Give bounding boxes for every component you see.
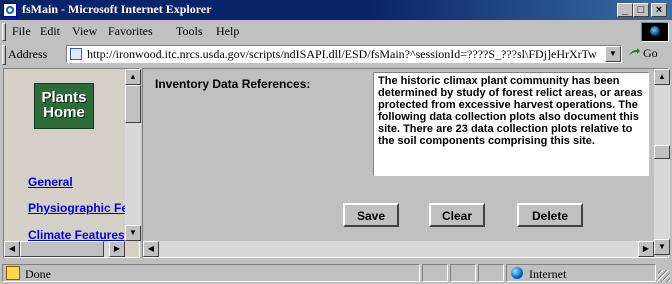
left-scroll-thumb[interactable] — [125, 85, 141, 123]
address-grip[interactable] — [2, 45, 6, 65]
left-vertical-scrollbar[interactable]: ▲ ▼ — [125, 69, 141, 241]
plants-home-logo[interactable]: Plants Home — [34, 83, 94, 129]
address-url[interactable]: http://ironwood.itc.nrcs.usda.gov/script… — [87, 47, 601, 62]
menu-grip[interactable] — [2, 23, 6, 41]
status-panel-offline — [478, 264, 504, 282]
inventory-data-references-label: Inventory Data References: — [155, 77, 311, 91]
security-zone-text: Internet — [529, 267, 567, 281]
status-bar: Done Internet — [0, 262, 672, 284]
content-area: Plants Home General Physiographic Fea Cl… — [0, 66, 672, 260]
maximize-button[interactable]: □ — [633, 3, 649, 17]
left-frame: Plants Home General Physiographic Fea Cl… — [3, 68, 141, 258]
go-arrow-icon — [629, 48, 640, 56]
menu-help[interactable]: Help — [216, 24, 239, 39]
scroll-up-arrow-icon[interactable]: ▲ — [125, 69, 141, 85]
go-button[interactable]: Go — [628, 46, 658, 61]
resize-grip-icon[interactable] — [658, 270, 670, 282]
right-frame: Inventory Data References: The historic … — [142, 68, 670, 258]
menu-view[interactable]: View — [72, 24, 97, 39]
scroll-right-arrow-icon[interactable]: ▶ — [109, 241, 125, 257]
left-horizontal-scrollbar[interactable]: ◀ ▶ — [4, 241, 125, 257]
menu-tools[interactable]: Tools — [176, 24, 203, 39]
link-physiographic-features[interactable]: Physiographic Fea — [28, 201, 125, 215]
clear-button[interactable]: Clear — [429, 203, 485, 227]
address-input[interactable]: http://ironwood.itc.nrcs.usda.gov/script… — [66, 45, 622, 63]
scroll-left-arrow-icon[interactable]: ◀ — [4, 241, 20, 257]
right-vertical-scrollbar[interactable]: ▲ ▼ — [654, 69, 670, 255]
right-horizontal-scrollbar[interactable]: ◀ ▶ — [143, 241, 654, 257]
window-title: fsMain - Microsoft Internet Explorer — [22, 2, 212, 16]
address-dropdown-button[interactable]: ▼ — [605, 46, 621, 62]
link-general[interactable]: General — [28, 175, 73, 189]
link-climate-features[interactable]: Climate Features — [28, 228, 125, 242]
title-bar: fsMain - Microsoft Internet Explorer _ □… — [0, 0, 672, 20]
page-done-icon — [6, 266, 20, 280]
right-scroll-thumb[interactable] — [654, 145, 670, 159]
address-bar: Address http://ironwood.itc.nrcs.usda.go… — [0, 42, 672, 66]
menu-edit[interactable]: Edit — [40, 24, 60, 39]
scroll-right-arrow-icon[interactable]: ▶ — [638, 241, 654, 257]
delete-button[interactable]: Delete — [517, 203, 583, 227]
close-button[interactable]: × — [651, 3, 667, 17]
windows-logo-icon — [641, 22, 669, 42]
status-text: Done — [25, 267, 51, 281]
status-panel-secure — [450, 264, 476, 282]
status-panel: Done — [2, 264, 420, 282]
ie-window-icon[interactable] — [3, 3, 17, 17]
scroll-down-arrow-icon[interactable]: ▼ — [125, 225, 141, 241]
security-zone-panel[interactable]: Internet — [506, 264, 656, 282]
navigation-pane: Plants Home General Physiographic Fea Cl… — [4, 69, 125, 245]
logo-line-1: Plants — [41, 89, 87, 106]
menu-file[interactable]: File — [12, 24, 31, 39]
go-label: Go — [643, 46, 658, 60]
scroll-up-arrow-icon[interactable]: ▲ — [654, 69, 670, 85]
address-label: Address — [8, 47, 48, 61]
form-pane: Inventory Data References: The historic … — [143, 69, 654, 241]
page-icon — [70, 48, 82, 60]
left-hscroll-thumb[interactable] — [20, 241, 104, 257]
menu-favorites[interactable]: Favorites — [108, 24, 153, 39]
scroll-down-arrow-icon[interactable]: ▼ — [654, 239, 670, 255]
inventory-data-references-textarea[interactable]: The historic climax plant community has … — [373, 72, 649, 176]
minimize-button[interactable]: _ — [617, 3, 633, 17]
status-panel-progress — [422, 264, 448, 282]
logo-line-2: Home — [43, 104, 85, 121]
save-button[interactable]: Save — [343, 203, 399, 227]
internet-globe-icon — [511, 267, 523, 279]
scroll-left-arrow-icon[interactable]: ◀ — [143, 241, 159, 257]
menu-bar: File Edit View Favorites Tools Help — [0, 20, 672, 42]
